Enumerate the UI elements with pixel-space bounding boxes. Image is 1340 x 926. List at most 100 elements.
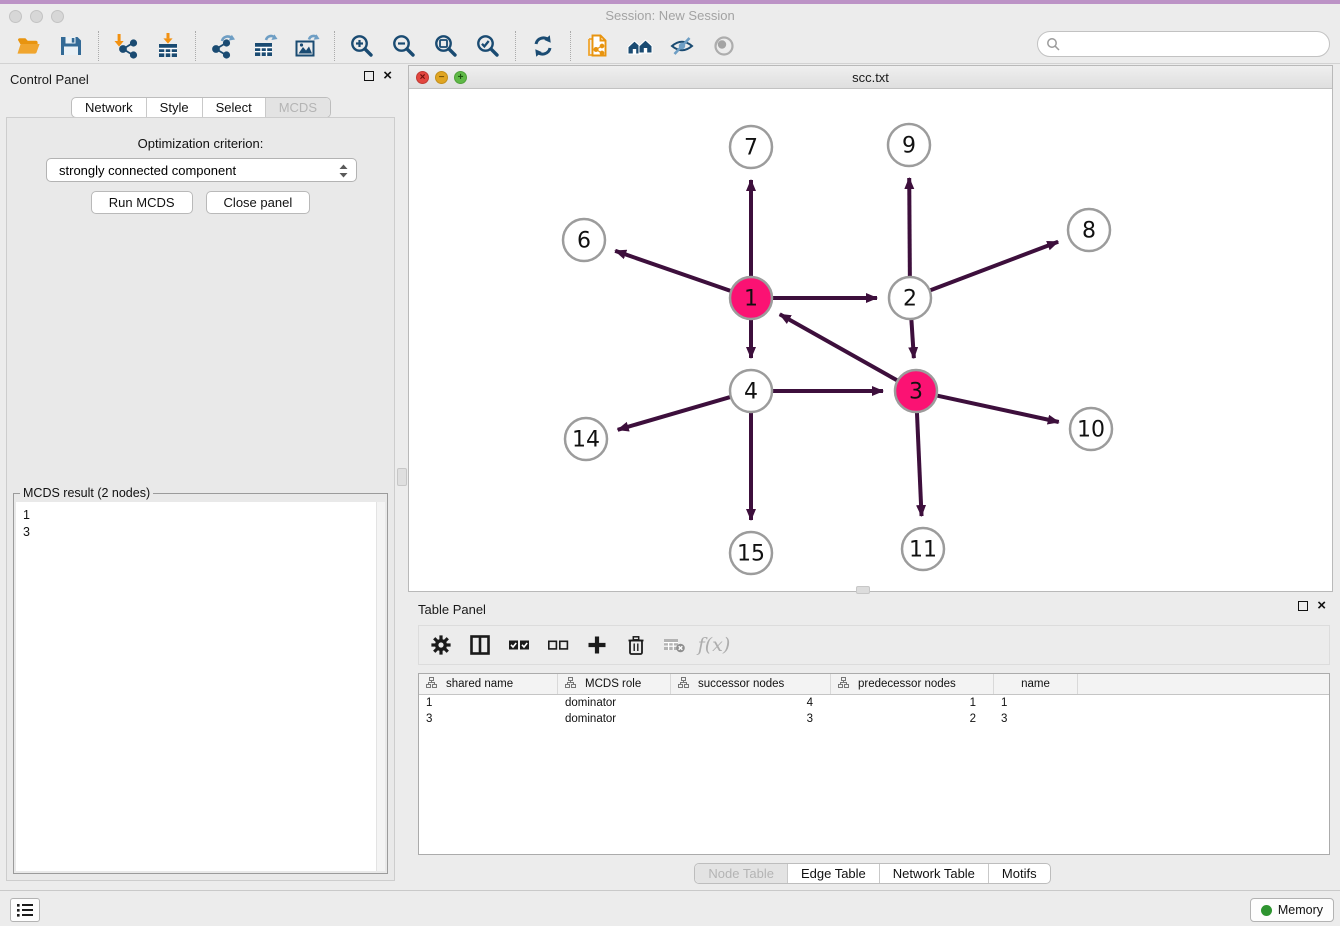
close-table-panel-icon[interactable]: × [1317,601,1326,611]
mcds-panel: Optimization criterion: strongly connect… [6,117,395,881]
graph-edge-2-9[interactable] [909,178,910,279]
table-cell[interactable]: 3 [671,711,831,727]
namespace-icon [426,677,437,691]
memory-status-icon [1261,905,1272,916]
graph-edge-3-1[interactable] [780,314,900,381]
export-table-icon[interactable] [252,33,278,59]
tab-mcds[interactable]: MCDS [265,98,330,117]
network-graph[interactable]: 7968124314101511 [409,89,1332,591]
zoom-selected-icon[interactable] [475,33,501,59]
horizontal-splitter-grip[interactable] [856,586,870,594]
list-icon [16,902,34,918]
optimization-criterion-select[interactable]: strongly connected component [46,158,357,182]
graph-edge-1-6[interactable] [615,251,733,292]
refresh-view-icon[interactable] [530,33,556,59]
tab-edge-table[interactable]: Edge Table [787,864,879,883]
function-builder-icon: f(x) [702,633,726,657]
network-window-title: scc.txt [409,70,1332,85]
control-panel: Control Panel × NetworkStyleSelectMCDS O… [0,65,402,890]
optimization-criterion-value: strongly connected component [59,163,236,178]
import-table-icon[interactable] [155,33,181,59]
save-session-icon[interactable] [58,33,84,59]
run-mcds-button[interactable]: Run MCDS [91,191,193,214]
graph-node-label-3: 3 [909,380,923,405]
zoom-out-icon[interactable] [391,33,417,59]
control-panel-tabs: NetworkStyleSelectMCDS [0,97,402,118]
delete-table-icon [663,633,687,657]
node-table[interactable]: shared name MCDS role successor nodesprede… [418,673,1330,855]
table-cell[interactable]: 2 [831,711,994,727]
graph-edge-3-11[interactable] [917,410,922,516]
close-panel-button[interactable]: Close panel [206,191,311,214]
task-history-button[interactable] [10,898,40,922]
float-panel-icon[interactable] [364,71,374,81]
column-label: name [1021,678,1050,690]
tab-network-table[interactable]: Network Table [879,864,988,883]
select-all-icon[interactable] [507,633,531,657]
toggle-visibility-icon[interactable] [669,33,695,59]
tab-style[interactable]: Style [146,98,202,117]
main-toolbar [0,28,1340,64]
column-header-shared-name[interactable]: shared name [419,674,558,694]
table-cell[interactable]: 1 [831,695,994,711]
graph-node-label-9: 9 [902,134,916,159]
graph-node-label-15: 15 [737,542,765,567]
add-column-icon[interactable] [585,633,609,657]
table-row[interactable]: 3dominator323 [419,711,1329,727]
network-view-window: × − + scc.txt 7968124314101511 [408,65,1333,592]
table-cell[interactable]: 3 [994,711,1078,727]
table-cell[interactable]: dominator [558,695,671,711]
column-header-mcds-role[interactable]: MCDS role [558,674,671,694]
graph-node-label-11: 11 [909,538,937,563]
import-network-icon[interactable] [113,33,139,59]
copy-network-icon[interactable] [585,33,611,59]
table-cell[interactable]: 3 [419,711,558,727]
graph-node-label-1: 1 [744,287,758,312]
table-row[interactable]: 1dominator411 [419,695,1329,711]
table-cell[interactable]: 1 [994,695,1078,711]
open-file-icon[interactable] [16,33,42,59]
column-header-name[interactable]: name [994,674,1078,694]
tab-select[interactable]: Select [202,98,265,117]
column-label: MCDS role [585,678,641,690]
memory-button[interactable]: Memory [1250,898,1334,922]
table-panel-tabs: Node TableEdge TableNetwork TableMotifs [405,863,1340,884]
table-toolbar: f(x) [418,625,1330,665]
mcds-result-box: MCDS result (2 nodes) 1 3 [13,493,388,874]
graph-node-label-8: 8 [1082,219,1096,244]
graph-node-label-4: 4 [744,380,758,405]
settings-gear-icon[interactable] [429,633,453,657]
result-scrollbar[interactable] [376,502,385,871]
graph-edge-2-3[interactable] [911,317,914,358]
vertical-splitter-grip[interactable] [397,468,407,486]
zoom-in-icon[interactable] [349,33,375,59]
graph-edge-3-10[interactable] [935,395,1059,422]
close-panel-icon[interactable]: × [383,71,392,81]
network-canvas[interactable]: 7968124314101511 [409,89,1332,591]
tab-motifs[interactable]: Motifs [988,864,1050,883]
status-bar: Memory [0,890,1340,926]
column-header-predecessor-nodes[interactable]: predecessor nodes [831,674,994,694]
tab-network[interactable]: Network [72,98,146,117]
table-cell[interactable]: 1 [419,695,558,711]
delete-column-icon[interactable] [624,633,648,657]
graph-node-label-2: 2 [903,287,917,312]
search-input[interactable] [1037,31,1330,57]
window-title: Session: New Session [0,8,1340,23]
graph-edge-4-14[interactable] [618,396,733,429]
deselect-all-icon[interactable] [546,633,570,657]
table-cell[interactable]: 4 [671,695,831,711]
table-cell[interactable]: dominator [558,711,671,727]
float-table-panel-icon[interactable] [1298,601,1308,611]
column-header-successor-nodes[interactable]: successor nodes [671,674,831,694]
zoom-fit-icon[interactable] [433,33,459,59]
graph-edge-2-8[interactable] [928,242,1058,292]
optimization-criterion-label: Optimization criterion: [7,136,394,151]
ndex-browse-icon[interactable] [627,33,653,59]
export-network-icon[interactable] [210,33,236,59]
network-window-titlebar[interactable]: × − + scc.txt [409,66,1332,89]
column-manager-icon[interactable] [468,633,492,657]
graph-node-label-7: 7 [744,136,758,161]
export-image-icon[interactable] [294,33,320,59]
tab-node-table[interactable]: Node Table [695,864,787,883]
